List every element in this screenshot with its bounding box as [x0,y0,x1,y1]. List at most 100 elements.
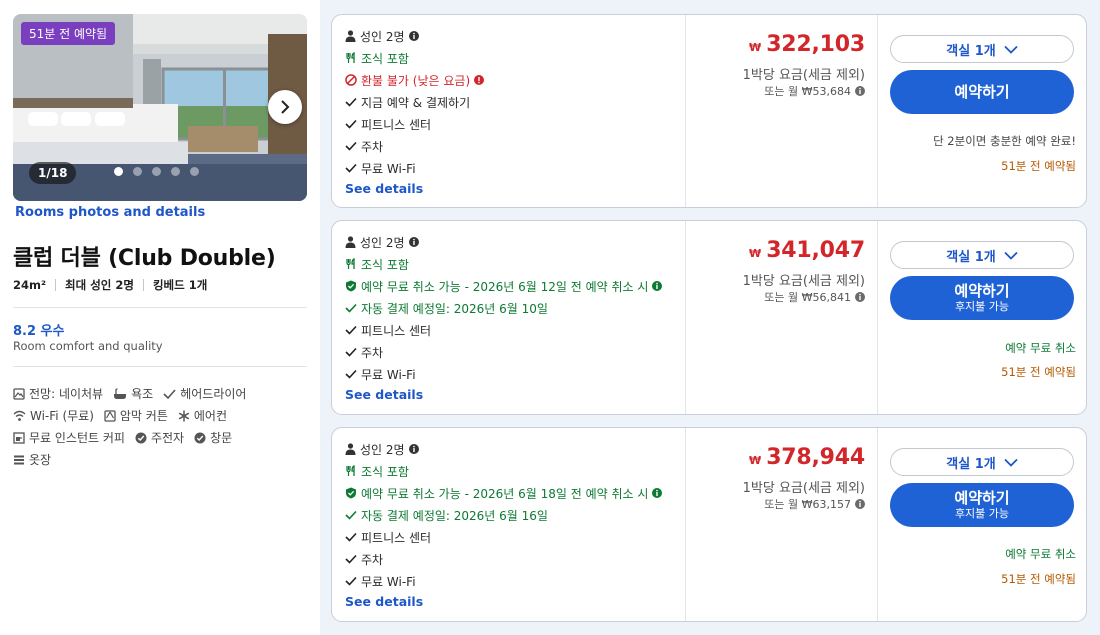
shield-check-icon [346,280,356,292]
booking-note: 단 2분이면 충분한 예약 완료! [933,134,1076,148]
book-button[interactable]: 예약하기 후지불 가능 [890,483,1074,527]
book-button[interactable]: 예약하기 후지불 가능 [890,276,1074,320]
price-row: ₩ 322,103 [749,32,865,57]
person-icon [345,30,356,42]
see-details-link[interactable]: See details [345,592,685,610]
photo-dot[interactable] [190,167,199,176]
price-row: ₩ 341,047 [749,238,865,263]
photo-dot[interactable] [152,167,161,176]
free-cancel-note: 예약 무료 취소 [1005,547,1076,561]
offer-feature: 주차 [345,548,685,570]
monthly-price: 또는 월 ₩53,684 [764,83,865,99]
photo-counter: 1/18 [29,162,77,184]
divider [142,279,144,291]
amenity-item: 무료 인스턴트 커피 [13,427,125,449]
check-circle-icon [194,432,206,444]
check-icon [345,347,357,357]
next-photo-button[interactable] [268,90,302,124]
info-icon[interactable] [408,237,419,247]
offer-card: 성인 2명 조식 포함 환불 불가 (낮은 요금) 지금 예약 & 결제하기 피… [331,14,1087,208]
person-icon [345,236,356,248]
offer-adults: 성인 2명 [345,438,685,460]
offer-card: 성인 2명 조식 포함 예약 무료 취소 가능 - 2026년 6월 18일 전… [331,427,1087,622]
offers-panel: 성인 2명 조식 포함 환불 불가 (낮은 요금) 지금 예약 & 결제하기 피… [320,0,1100,635]
amenity-item: 옷장 [13,449,51,471]
room-name: 클럽 더블 (Club Double) [13,246,276,271]
info-icon[interactable] [855,86,865,96]
info-icon[interactable] [652,488,663,498]
offer-feature: 무료 Wi-Fi [345,570,685,592]
room-score: 8.2 우수 [13,324,65,339]
divider [13,366,307,367]
amenity-item: 주전자 [135,427,184,449]
divider [55,279,57,291]
info-icon[interactable] [855,292,865,302]
check-icon [345,141,357,151]
price-amount: 341,047 [766,238,865,263]
cutlery-icon [346,465,355,476]
recent-booking-note: 51분 전 예약됨 [1001,572,1076,586]
snowflake-icon [178,410,190,422]
check-circle-icon [135,432,147,444]
info-icon[interactable] [474,75,485,85]
shield-check-icon [346,487,356,499]
offer-payment: 자동 결제 예정일: 2026년 6월 10일 [345,297,685,319]
wardrobe-icon [14,455,24,465]
info-icon[interactable] [408,444,419,454]
rooms-photos-link[interactable]: Rooms photos and details [15,205,205,220]
offer-card: 성인 2명 조식 포함 예약 무료 취소 가능 - 2026년 6월 12일 전… [331,220,1087,415]
offer-features: 성인 2명 조식 포함 환불 불가 (낮은 요금) 지금 예약 & 결제하기 피… [332,15,686,207]
check-icon [345,510,357,520]
rooms-select[interactable]: 객실 1개 [890,35,1074,63]
offer-payment: 지금 예약 & 결제하기 [345,91,685,113]
rooms-select[interactable]: 객실 1개 [890,241,1074,269]
offer-actions: 객실 1개 예약하기 후지불 가능 예약 무료 취소 51분 전 예약됨 [878,221,1086,414]
info-icon[interactable] [652,281,663,291]
book-button[interactable]: 예약하기 [890,70,1074,114]
offer-breakfast: 조식 포함 [345,253,685,275]
photo-dot[interactable] [114,167,123,176]
offer-adults: 성인 2명 [345,25,685,47]
no-refund-icon [345,74,357,86]
offer-feature: 피트니스 센터 [345,526,685,548]
person-icon [345,443,356,455]
currency-symbol: ₩ [749,41,762,54]
room-size: 24m² [13,278,47,292]
monthly-price: 또는 월 ₩63,157 [764,496,865,512]
view-icon [13,388,25,400]
recent-booking-note: 51분 전 예약됨 [1001,365,1076,379]
cutlery-icon [346,52,355,63]
offer-price: ₩ 378,944 1박당 요금(세금 제외) 또는 월 ₩63,157 [686,428,878,621]
price-row: ₩ 378,944 [749,445,865,470]
info-icon[interactable] [408,31,419,41]
offer-feature: 주차 [345,135,685,157]
info-icon[interactable] [855,499,865,509]
check-icon [345,97,357,107]
room-photo[interactable]: 51분 전 예약됨 1/18 [13,14,307,201]
rooms-select[interactable]: 객실 1개 [890,448,1074,476]
photo-dot[interactable] [133,167,142,176]
offer-feature: 무료 Wi-Fi [345,363,685,385]
price-amount: 378,944 [766,445,865,470]
offer-policy: 예약 무료 취소 가능 - 2026년 6월 12일 전 예약 취소 시 [345,275,685,297]
check-icon [345,325,357,335]
offer-policy: 예약 무료 취소 가능 - 2026년 6월 18일 전 예약 취소 시 [345,482,685,504]
amenity-item: 욕조 [113,383,153,405]
amenity-item: 에어컨 [178,405,227,427]
check-icon [345,369,357,379]
price-amount: 322,103 [766,32,865,57]
offer-feature: 주차 [345,341,685,363]
room-bed: 킹베드 1개 [152,278,208,292]
offer-features: 성인 2명 조식 포함 예약 무료 취소 가능 - 2026년 6월 18일 전… [332,428,686,621]
check-icon [345,554,357,564]
see-details-link[interactable]: See details [345,179,685,197]
check-icon [345,303,357,313]
offer-price: ₩ 341,047 1박당 요금(세금 제외) 또는 월 ₩56,841 [686,221,878,414]
chevron-down-icon [1004,458,1018,467]
recent-booking-note: 51분 전 예약됨 [1001,159,1076,173]
monthly-price: 또는 월 ₩56,841 [764,289,865,305]
see-details-link[interactable]: See details [345,385,685,403]
check-icon [345,576,357,586]
coffee-icon [13,432,25,444]
photo-dot[interactable] [171,167,180,176]
